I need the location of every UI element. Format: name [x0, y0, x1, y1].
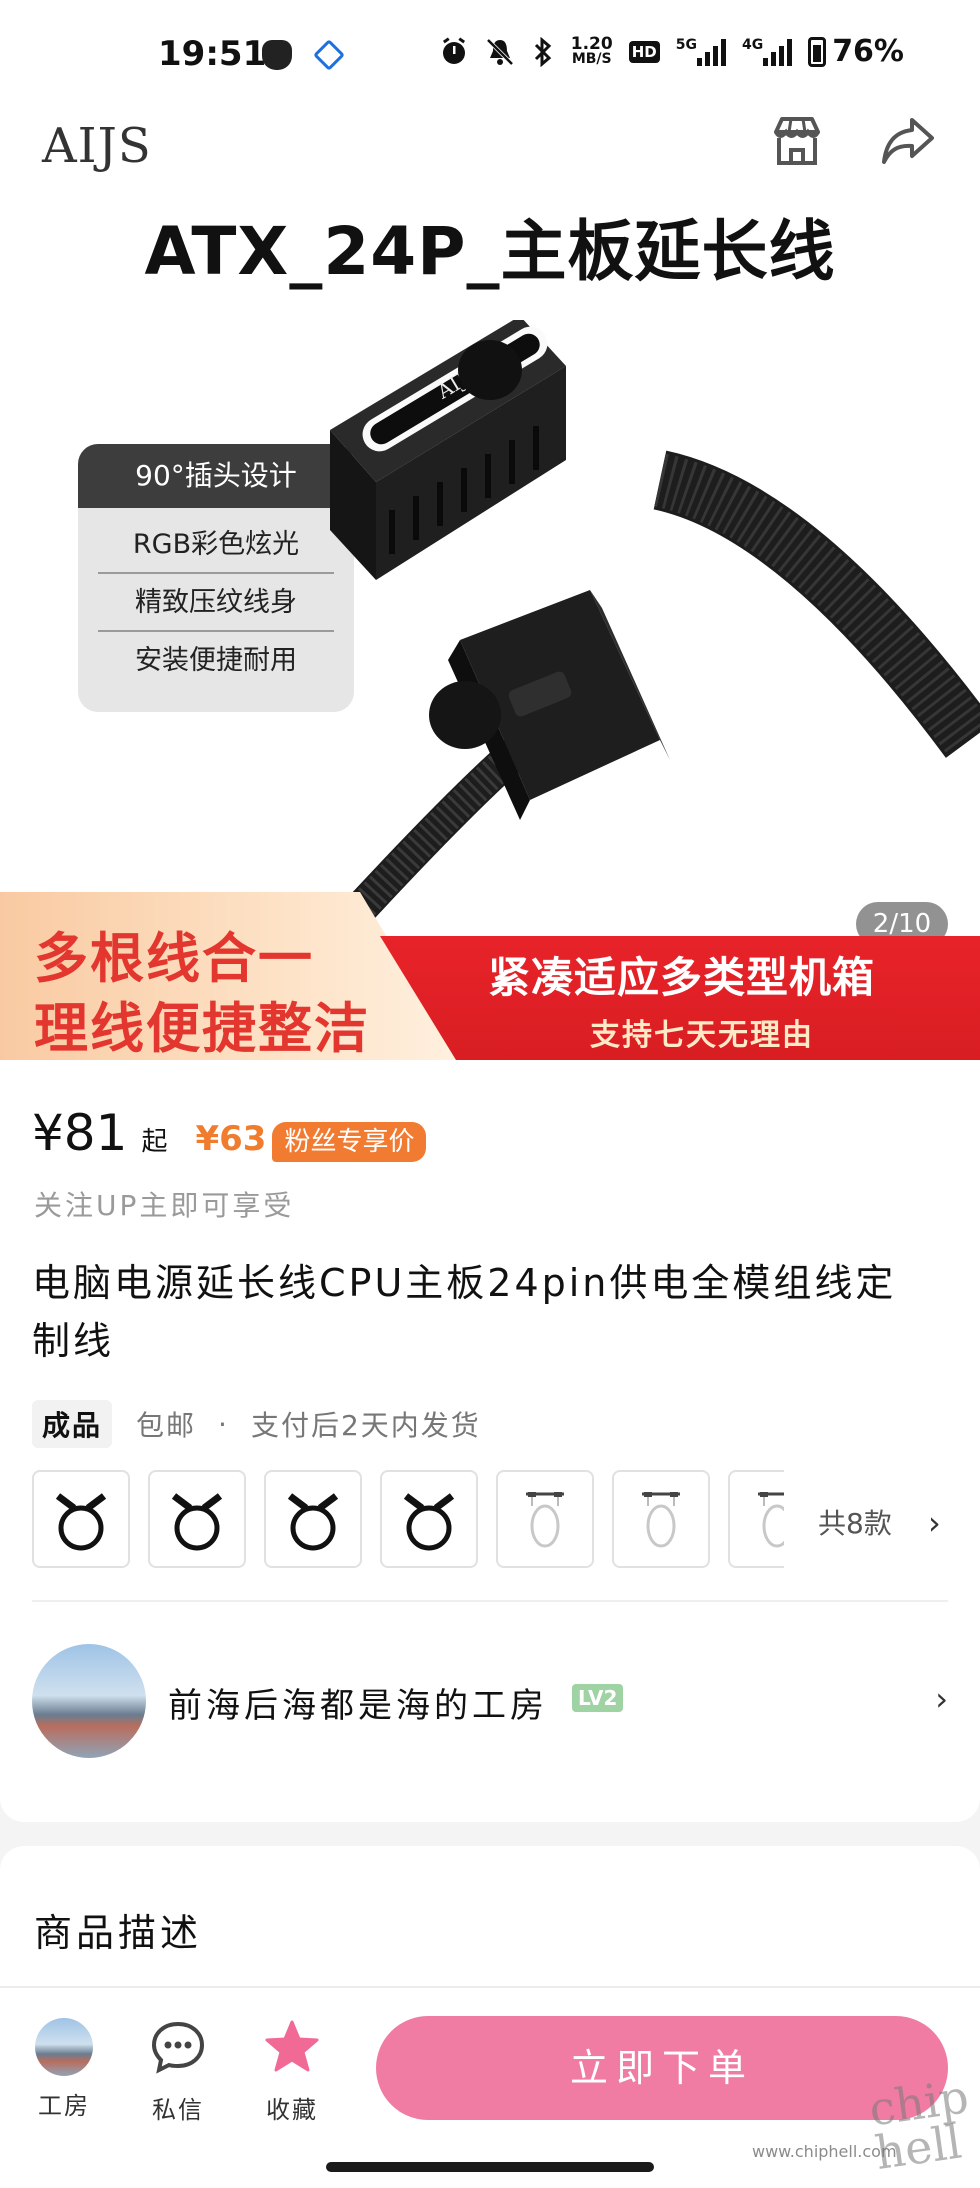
- battery-level: 76%: [832, 34, 904, 69]
- alarm-icon: [442, 36, 465, 64]
- cube-app-icon: [313, 39, 345, 71]
- variant-thumbnails[interactable]: [32, 1470, 784, 1570]
- level-badge: LV2: [572, 1684, 624, 1712]
- price-row: ¥81 起 ¥63 粉丝专享价: [32, 1104, 427, 1162]
- black-cable-variant: [403, 1493, 455, 1551]
- top-nav: AIJS: [0, 108, 980, 188]
- variant-thumbnail[interactable]: [380, 1470, 478, 1568]
- tab-label: 收藏: [266, 2096, 318, 2124]
- product-image-carousel[interactable]: 19:51 1.20 MB/S HD 5G 4G 76% AIJS ATX_24P…: [0, 0, 980, 1060]
- tab-shop[interactable]: 工房: [24, 2018, 104, 2121]
- home-indicator[interactable]: [326, 2162, 654, 2172]
- banner-line: 多根线合一: [34, 927, 314, 990]
- black-cable-variant: [287, 1493, 339, 1551]
- product-tag: 成品: [32, 1400, 113, 1448]
- signal-5g: 5G: [675, 36, 726, 66]
- product-info-card: ¥81 起 ¥63 粉丝专享价 关注UP主即可享受 电脑电源延长线CPU主板24…: [0, 1060, 980, 1822]
- variant-thumbnail[interactable]: [264, 1470, 362, 1568]
- mute-bell-icon: [486, 38, 514, 65]
- product-title: 电脑电源延长线CPU主板24pin供电全模组线定制线: [32, 1261, 897, 1363]
- feature-item: RGB彩色炫光: [98, 516, 334, 574]
- fan-price: ¥63: [195, 1119, 267, 1159]
- price-suffix: 起: [141, 1127, 168, 1157]
- status-time: 19:51: [158, 34, 267, 74]
- shop-avatar[interactable]: [32, 1644, 146, 1758]
- storefront-icon[interactable]: [770, 114, 824, 168]
- network-speed-unit: MB/S: [571, 50, 612, 67]
- variant-thumbnail[interactable]: [148, 1470, 246, 1568]
- banner-main-text: 紧凑适应多类型机箱: [488, 953, 876, 1002]
- shipping-row: 成品 包邮 · 支付后2天内发货: [32, 1400, 481, 1448]
- shop-row[interactable]: 前海后海都是海的工房 LV2 ›: [32, 1644, 948, 1758]
- signal-5g-label: 5G: [675, 36, 697, 53]
- black-cable-variant: [171, 1493, 223, 1551]
- order-now-button[interactable]: 立即下单: [376, 2016, 948, 2120]
- feature-item: 精致压纹线身: [98, 574, 334, 632]
- tab-label: 工房: [38, 2092, 90, 2120]
- dispatch-time: 支付后2天内发货: [250, 1409, 481, 1442]
- watermark-url: www.chiphell.com: [752, 2142, 897, 2161]
- follow-note: 关注UP主即可享受: [34, 1189, 295, 1222]
- bluetooth-icon: [534, 36, 551, 67]
- variant-thumbnail[interactable]: [728, 1470, 784, 1568]
- game-app-icon: [262, 40, 292, 70]
- white-cable-variant: [642, 1492, 680, 1548]
- variant-count[interactable]: 共8款: [818, 1502, 892, 1542]
- white-cable-variant: [526, 1492, 564, 1548]
- battery-icon: [808, 36, 827, 67]
- feature-card: 90°插头设计 RGB彩色炫光 精致压纹线身 安装便捷耐用: [78, 444, 354, 712]
- separator: ·: [218, 1407, 229, 1441]
- fan-price-badge: 粉丝专享价: [272, 1122, 427, 1162]
- tab-messages[interactable]: 私信: [138, 2018, 218, 2125]
- feature-card-header: 90°插头设计: [78, 444, 354, 508]
- free-shipping: 包邮: [136, 1409, 197, 1442]
- brand-logo: AIJS: [42, 118, 152, 174]
- white-cable-variant: [758, 1492, 784, 1548]
- product-image-title: ATX_24P_主板延长线: [144, 213, 836, 290]
- signal-4g-label: 4G: [741, 36, 764, 53]
- variant-thumbnail[interactable]: [612, 1470, 710, 1568]
- promo-banner-right: 紧凑适应多类型机箱 支持七天无理由: [380, 936, 980, 1060]
- star-icon: [265, 2020, 319, 2072]
- feature-item: 安装便捷耐用: [135, 645, 297, 676]
- network-speed: 1.20 MB/S: [570, 33, 613, 67]
- signal-bars-icon: [696, 38, 726, 66]
- description-title: 商品描述: [34, 1911, 203, 1955]
- network-speed-value: 1.20: [570, 33, 613, 54]
- divider: [32, 1600, 948, 1602]
- status-bar: 19:51 1.20 MB/S HD 5G 4G 76%: [0, 0, 980, 110]
- chevron-right-icon[interactable]: ›: [935, 1680, 948, 1718]
- black-cable-variant: [55, 1493, 107, 1551]
- share-icon[interactable]: [880, 114, 936, 168]
- signal-bars-icon: [763, 38, 793, 66]
- shop-avatar-icon: [35, 2018, 93, 2076]
- product-photo: AIJS: [330, 320, 980, 920]
- banner-line: 理线便捷整洁: [34, 997, 370, 1060]
- chat-bubble-icon: [151, 2021, 205, 2074]
- variant-thumbnail[interactable]: [496, 1470, 594, 1568]
- shop-name[interactable]: 前海后海都是海的工房: [168, 1678, 548, 1727]
- tab-favorite[interactable]: 收藏: [252, 2018, 332, 2125]
- tab-label: 私信: [152, 2096, 204, 2124]
- hd-badge: HD: [628, 40, 660, 63]
- description-section: 商品描述: [0, 1846, 980, 2006]
- chevron-right-icon[interactable]: ›: [928, 1504, 941, 1542]
- variant-thumbnail[interactable]: [32, 1470, 130, 1568]
- signal-4g: 4G: [741, 36, 793, 66]
- price-main: ¥81: [32, 1104, 128, 1162]
- banner-sub-text: 支持七天无理由: [590, 1018, 814, 1053]
